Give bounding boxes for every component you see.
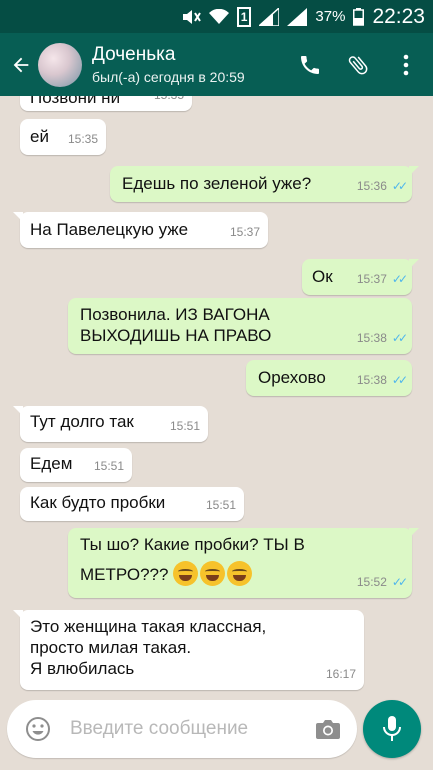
last-seen-status: был(-а) сегодня в 20:59 xyxy=(92,69,245,85)
message-list[interactable]: Позвони ни 15:35 ей 15:35 Едешь по зелен… xyxy=(0,96,433,694)
message-time: 15:51 xyxy=(93,459,124,473)
status-bar: 1 37% 22:23 xyxy=(0,0,433,33)
read-ticks-icon: ✓✓ xyxy=(391,575,408,589)
message-time: 16:17 xyxy=(325,667,356,681)
message-outgoing[interactable]: Орехово 15:38 ✓✓ xyxy=(246,360,412,396)
wifi-icon xyxy=(208,7,229,27)
message-incoming[interactable]: Тут долго так 15:51 xyxy=(13,406,208,442)
contact-info[interactable]: Доченька был(-а) сегодня в 20:59 xyxy=(92,44,297,85)
message-incoming[interactable]: Как будто пробки 15:51 xyxy=(20,487,244,521)
laughing-emoji-icon xyxy=(227,561,253,586)
message-time: 15:38 ✓✓ xyxy=(357,370,408,391)
mic-button[interactable] xyxy=(363,700,421,758)
laughing-emoji-icon xyxy=(200,561,226,586)
mute-icon xyxy=(181,7,201,27)
back-arrow-icon[interactable] xyxy=(6,50,36,80)
contact-name: Доченька xyxy=(92,44,176,65)
read-ticks-icon: ✓✓ xyxy=(391,179,408,193)
message-composer xyxy=(7,700,357,758)
message-time: 15:37 xyxy=(229,225,260,239)
chat-header: Доченька был(-а) сегодня в 20:59 xyxy=(0,33,433,96)
message-outgoing[interactable]: Ты шо? Какие пробки? ТЫ В МЕТРО??? 15:52… xyxy=(68,528,419,598)
message-time: 15:38 ✓✓ xyxy=(357,328,408,349)
signal-icon-2 xyxy=(287,7,308,27)
message-time: 15:35 xyxy=(154,96,184,106)
emoji-icon[interactable] xyxy=(25,715,51,743)
message-text: Это женщина такая классная, просто милая… xyxy=(30,617,267,678)
message-outgoing[interactable]: Едешь по зеленой уже? 15:36 ✓✓ xyxy=(110,166,419,202)
message-incoming[interactable]: ей 15:35 xyxy=(20,119,106,155)
message-time: 15:51 xyxy=(205,498,236,512)
paperclip-icon[interactable] xyxy=(345,52,371,78)
message-time: 15:35 xyxy=(67,132,98,146)
read-ticks-icon: ✓✓ xyxy=(391,272,408,286)
mic-icon xyxy=(383,716,401,741)
message-incoming[interactable]: Едем 15:51 xyxy=(20,448,132,482)
message-time: 15:37 ✓✓ xyxy=(357,269,408,290)
clock: 22:23 xyxy=(372,4,425,28)
battery-percent: 37% xyxy=(315,8,346,25)
message-outgoing[interactable]: Позвонила. ИЗ ВАГОНА ВЫХОДИШЬ НА ПРАВО 1… xyxy=(68,298,412,354)
battery-icon xyxy=(353,7,365,27)
more-vert-icon[interactable] xyxy=(393,52,419,78)
message-time: 15:36 ✓✓ xyxy=(357,176,408,197)
message-incoming[interactable]: На Павелецкую уже 15:37 xyxy=(13,212,268,248)
sim-icon: 1 xyxy=(236,6,252,27)
message-incoming[interactable]: Это женщина такая классная, просто милая… xyxy=(13,610,364,690)
signal-icon xyxy=(259,7,280,27)
read-ticks-icon: ✓✓ xyxy=(391,373,408,387)
message-incoming[interactable]: Позвони ни 15:35 xyxy=(20,96,192,111)
laughing-emoji-icon xyxy=(173,561,199,586)
avatar[interactable] xyxy=(38,42,82,87)
message-time: 15:51 xyxy=(169,419,200,433)
phone-icon[interactable] xyxy=(297,52,323,78)
message-text: Ты шо? Какие пробки? ТЫ В xyxy=(80,535,305,554)
camera-icon[interactable] xyxy=(315,716,341,742)
message-time: 15:52 ✓✓ xyxy=(357,572,408,593)
message-outgoing[interactable]: Ок 15:37 ✓✓ xyxy=(302,259,419,295)
message-input[interactable] xyxy=(70,718,315,740)
read-ticks-icon: ✓✓ xyxy=(391,331,408,345)
